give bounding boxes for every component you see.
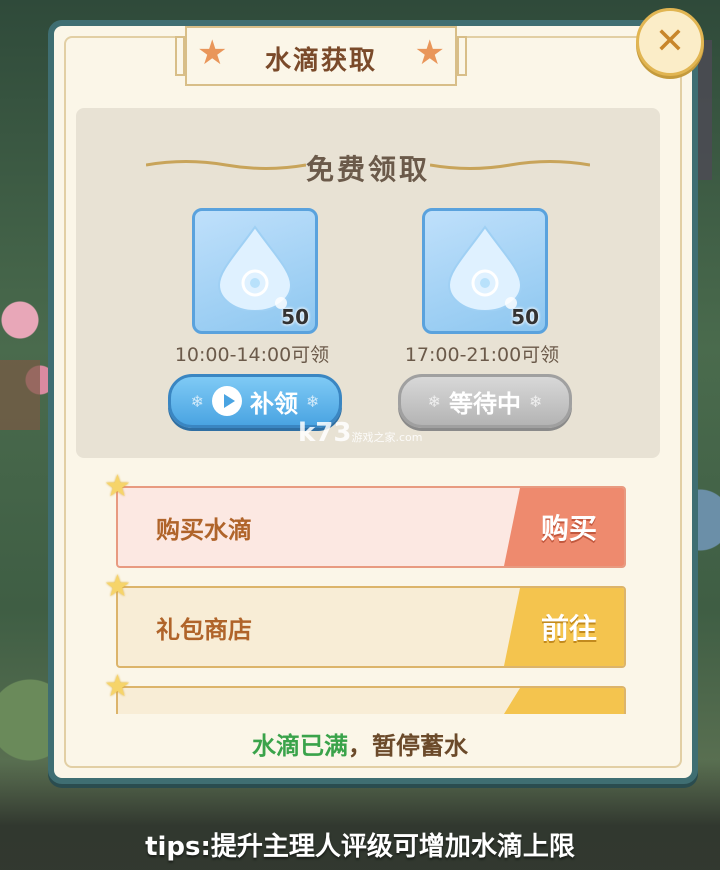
waiting-button[interactable]: ❄ 等待中 ❄ [398, 374, 572, 428]
go-button[interactable]: 前往 [504, 588, 624, 666]
water-drop-icon [217, 225, 293, 311]
pause-storage-text: ，暂停蓄水 [348, 732, 468, 760]
reward-count: 50 [281, 305, 309, 329]
reward-slot-2: 50 [422, 208, 548, 334]
shop-row-buy-water: 购买水滴 购买 [116, 486, 626, 568]
claim-time-label: 17:00-21:00可领 [404, 344, 560, 366]
water-drop-icon [447, 225, 523, 311]
star-icon: ★ [414, 33, 445, 73]
shop-row-label: 购买水滴 [156, 516, 252, 544]
buy-button[interactable]: 购买 [504, 488, 624, 566]
play-video-icon [212, 386, 242, 416]
snowflake-icon: ❄ [427, 391, 441, 411]
flourish-right [430, 160, 590, 170]
snowflake-icon: ❄ [306, 391, 320, 411]
water-status: 水滴已满，暂停蓄水 [0, 726, 720, 761]
waiting-label: 等待中 [449, 389, 521, 418]
watermark-sub: 游戏之家 [351, 431, 396, 444]
tips-text: tips:提升主理人评级可增加水滴上限 [145, 832, 575, 862]
watermark-logo: k73 [298, 418, 352, 448]
makeup-claim-label: 补领 [250, 389, 298, 418]
claim-time-label: 10:00-14:00可领 [174, 344, 330, 366]
star-icon: ★ [104, 469, 131, 504]
free-claim-section: 免费领取 50 50 10:00-14:00可领 17:00-21:00可领 ❄… [76, 108, 660, 458]
reward-slot-1: 50 [192, 208, 318, 334]
close-button[interactable]: ✕ [636, 8, 704, 76]
shop-row-label: 礼包商店 [156, 616, 252, 644]
star-icon: ★ [104, 569, 131, 604]
close-icon: ✕ [654, 21, 686, 62]
dialog-title-bar: ★ 水滴获取 ★ [175, 26, 467, 86]
watermark-url: .com [395, 431, 423, 444]
watermark: k73游戏之家.com [298, 418, 422, 448]
shop-row-gift-store: 礼包商店 前往 [116, 586, 626, 668]
background-house [0, 360, 40, 430]
snowflake-icon: ❄ [529, 391, 543, 411]
snowflake-icon: ❄ [190, 391, 204, 411]
shop-row-partial [116, 686, 626, 714]
reward-count: 50 [511, 305, 539, 329]
star-icon: ★ [104, 669, 131, 704]
row-button-partial[interactable] [504, 688, 624, 714]
water-full-text: 水滴已满 [252, 732, 348, 760]
background-lamp [696, 40, 712, 180]
